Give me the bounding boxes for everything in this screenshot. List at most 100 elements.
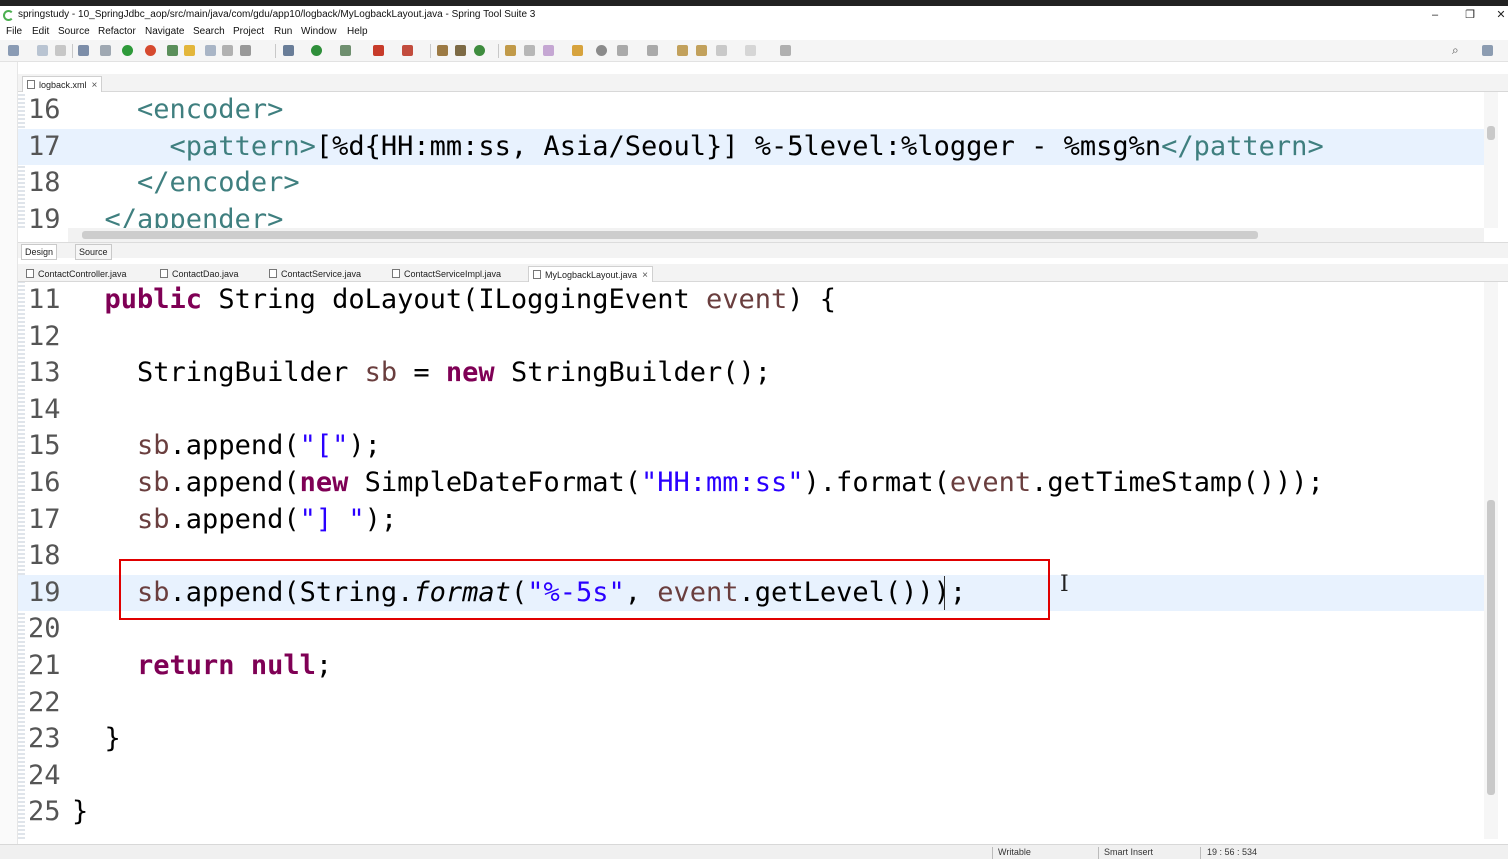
menu-run[interactable]: Run [274,24,292,40]
code-line[interactable]: 13 StringBuilder sb = new StringBuilder(… [18,355,1484,392]
code-token: ); [364,503,398,535]
maximize-button[interactable]: ❐ [1455,6,1485,24]
code-line[interactable]: 17 sb.append("] "); [18,502,1484,539]
status-cursor-position: 19 : 56 : 534 [1207,847,1258,857]
menu-project[interactable]: Project [233,24,264,40]
menu-edit[interactable]: Edit [32,24,49,40]
close-tab-icon[interactable]: × [642,270,648,281]
new-java-project-icon[interactable] [437,45,448,56]
new-icon[interactable] [8,45,19,56]
tab-contactdao[interactable]: ContactDao.java [156,266,243,282]
line-number: 20 [28,613,61,645]
java-file-icon [26,269,34,278]
code-line[interactable]: 25} [18,794,1484,831]
tab-contactcontroller[interactable]: ContactController.java [22,266,131,282]
close-tab-icon[interactable]: × [92,80,98,91]
xml-horizontal-scrollbar[interactable] [68,228,1484,242]
last-edit-icon[interactable] [677,45,688,56]
tab-source[interactable]: Source [75,244,112,260]
code-line[interactable]: 12 [18,319,1484,356]
menu-source[interactable]: Source [58,24,90,40]
debug-server-icon[interactable] [145,45,156,56]
code-line[interactable]: 16 sb.append(new SimpleDateFormat("HH:mm… [18,465,1484,502]
menu-refactor[interactable]: Refactor [98,24,136,40]
code-line[interactable]: 14 [18,392,1484,429]
tab-contactserviceimpl[interactable]: ContactServiceImpl.java [388,266,505,282]
code-line[interactable]: 11 public String doLayout(ILoggingEvent … [18,282,1484,319]
debug-icon[interactable] [283,45,294,56]
server-start-icon[interactable] [122,45,133,56]
prev-edit-icon[interactable] [647,45,658,56]
java-perspective-icon[interactable] [1482,45,1493,56]
spring-icon[interactable] [167,45,178,56]
java-scroll-thumb[interactable] [1487,500,1495,795]
tab-mylogbacklayout[interactable]: MyLogbackLayout.java × [528,266,653,282]
java-vertical-scrollbar[interactable] [1484,282,1498,839]
tab-logback-xml[interactable]: logback.xml × [22,76,103,92]
menu-help[interactable]: Help [347,24,368,40]
run-icon[interactable] [311,45,322,56]
annotation-icon[interactable] [572,45,583,56]
code-token: .append( [169,503,300,535]
highlight-icon[interactable] [184,45,195,56]
toolbar-separator [275,44,276,58]
code-line[interactable]: 19 </appender> [18,202,1484,229]
code-text: </appender> [72,202,284,229]
pin-icon[interactable] [596,45,607,56]
cut-icon[interactable] [100,45,111,56]
open-perspective-icon[interactable] [780,45,791,56]
status-insert-mode: Smart Insert [1104,847,1154,857]
close-button[interactable]: ✕ [1486,6,1508,24]
line-number: 19 [28,203,61,229]
quick-access-search-icon[interactable]: ⌕ [1452,43,1466,57]
title-bar: springstudy - 10_SpringJdbc_aop/src/main… [0,6,1508,24]
xml-vertical-scrollbar[interactable] [1484,92,1498,228]
print-icon[interactable] [78,45,89,56]
menu-search[interactable]: Search [193,24,225,40]
xml-scroll-thumb[interactable] [1487,126,1495,140]
code-line[interactable]: 16 <encoder> [18,92,1484,129]
menu-file[interactable]: File [6,24,22,40]
code-token: ).format( [803,467,950,498]
new-class-icon[interactable] [474,45,485,56]
tab-contactservice[interactable]: ContactService.java [265,266,365,282]
next-annotation-icon[interactable] [205,45,216,56]
code-line[interactable]: 15 sb.append("["); [18,428,1484,465]
code-line[interactable]: 18 </encoder> [18,165,1484,202]
code-token: "[" [299,430,349,462]
save-all-icon[interactable] [55,45,66,56]
new-package-icon[interactable] [455,45,466,56]
line-number: 22 [28,686,61,718]
toggle-block-icon[interactable] [240,45,251,56]
code-line[interactable]: 17 <pattern>[%d{HH:mm:ss, Asia/Seoul}] %… [18,128,1484,165]
minimize-button[interactable]: – [1420,6,1450,24]
coverage-icon[interactable] [340,45,351,56]
next-edit-icon[interactable] [617,45,628,56]
menu-navigate[interactable]: Navigate [145,24,184,40]
code-token: ) { [787,284,837,315]
save-icon[interactable] [37,45,48,56]
external-tools-icon[interactable] [402,45,413,56]
xml-hscroll-thumb[interactable] [82,231,1258,239]
forward-history-icon[interactable] [745,45,756,56]
open-type-icon[interactable] [505,45,516,56]
code-token: event [705,284,788,315]
stop-icon[interactable] [373,45,384,56]
code-line[interactable]: 24 [18,758,1484,795]
code-line[interactable]: 22 [18,685,1484,722]
tab-design[interactable]: Design [21,244,58,260]
code-line[interactable]: 23 } [18,721,1484,758]
code-text: StringBuilder sb = new StringBuilder(); [72,355,771,391]
line-number: 17 [28,130,61,162]
spring-app-icon [3,10,14,21]
code-line[interactable]: 21 return null; [18,648,1484,685]
open-task-icon[interactable] [524,45,535,56]
search-tool-icon[interactable] [543,45,554,56]
prev-annotation-icon[interactable] [222,45,233,56]
xml-source-editor[interactable]: 16 <encoder> 17 <pattern>[%d{HH:mm:ss, As… [18,92,1484,228]
back-icon[interactable] [696,45,707,56]
menu-window[interactable]: Window [301,24,337,40]
forward-icon[interactable] [716,45,727,56]
